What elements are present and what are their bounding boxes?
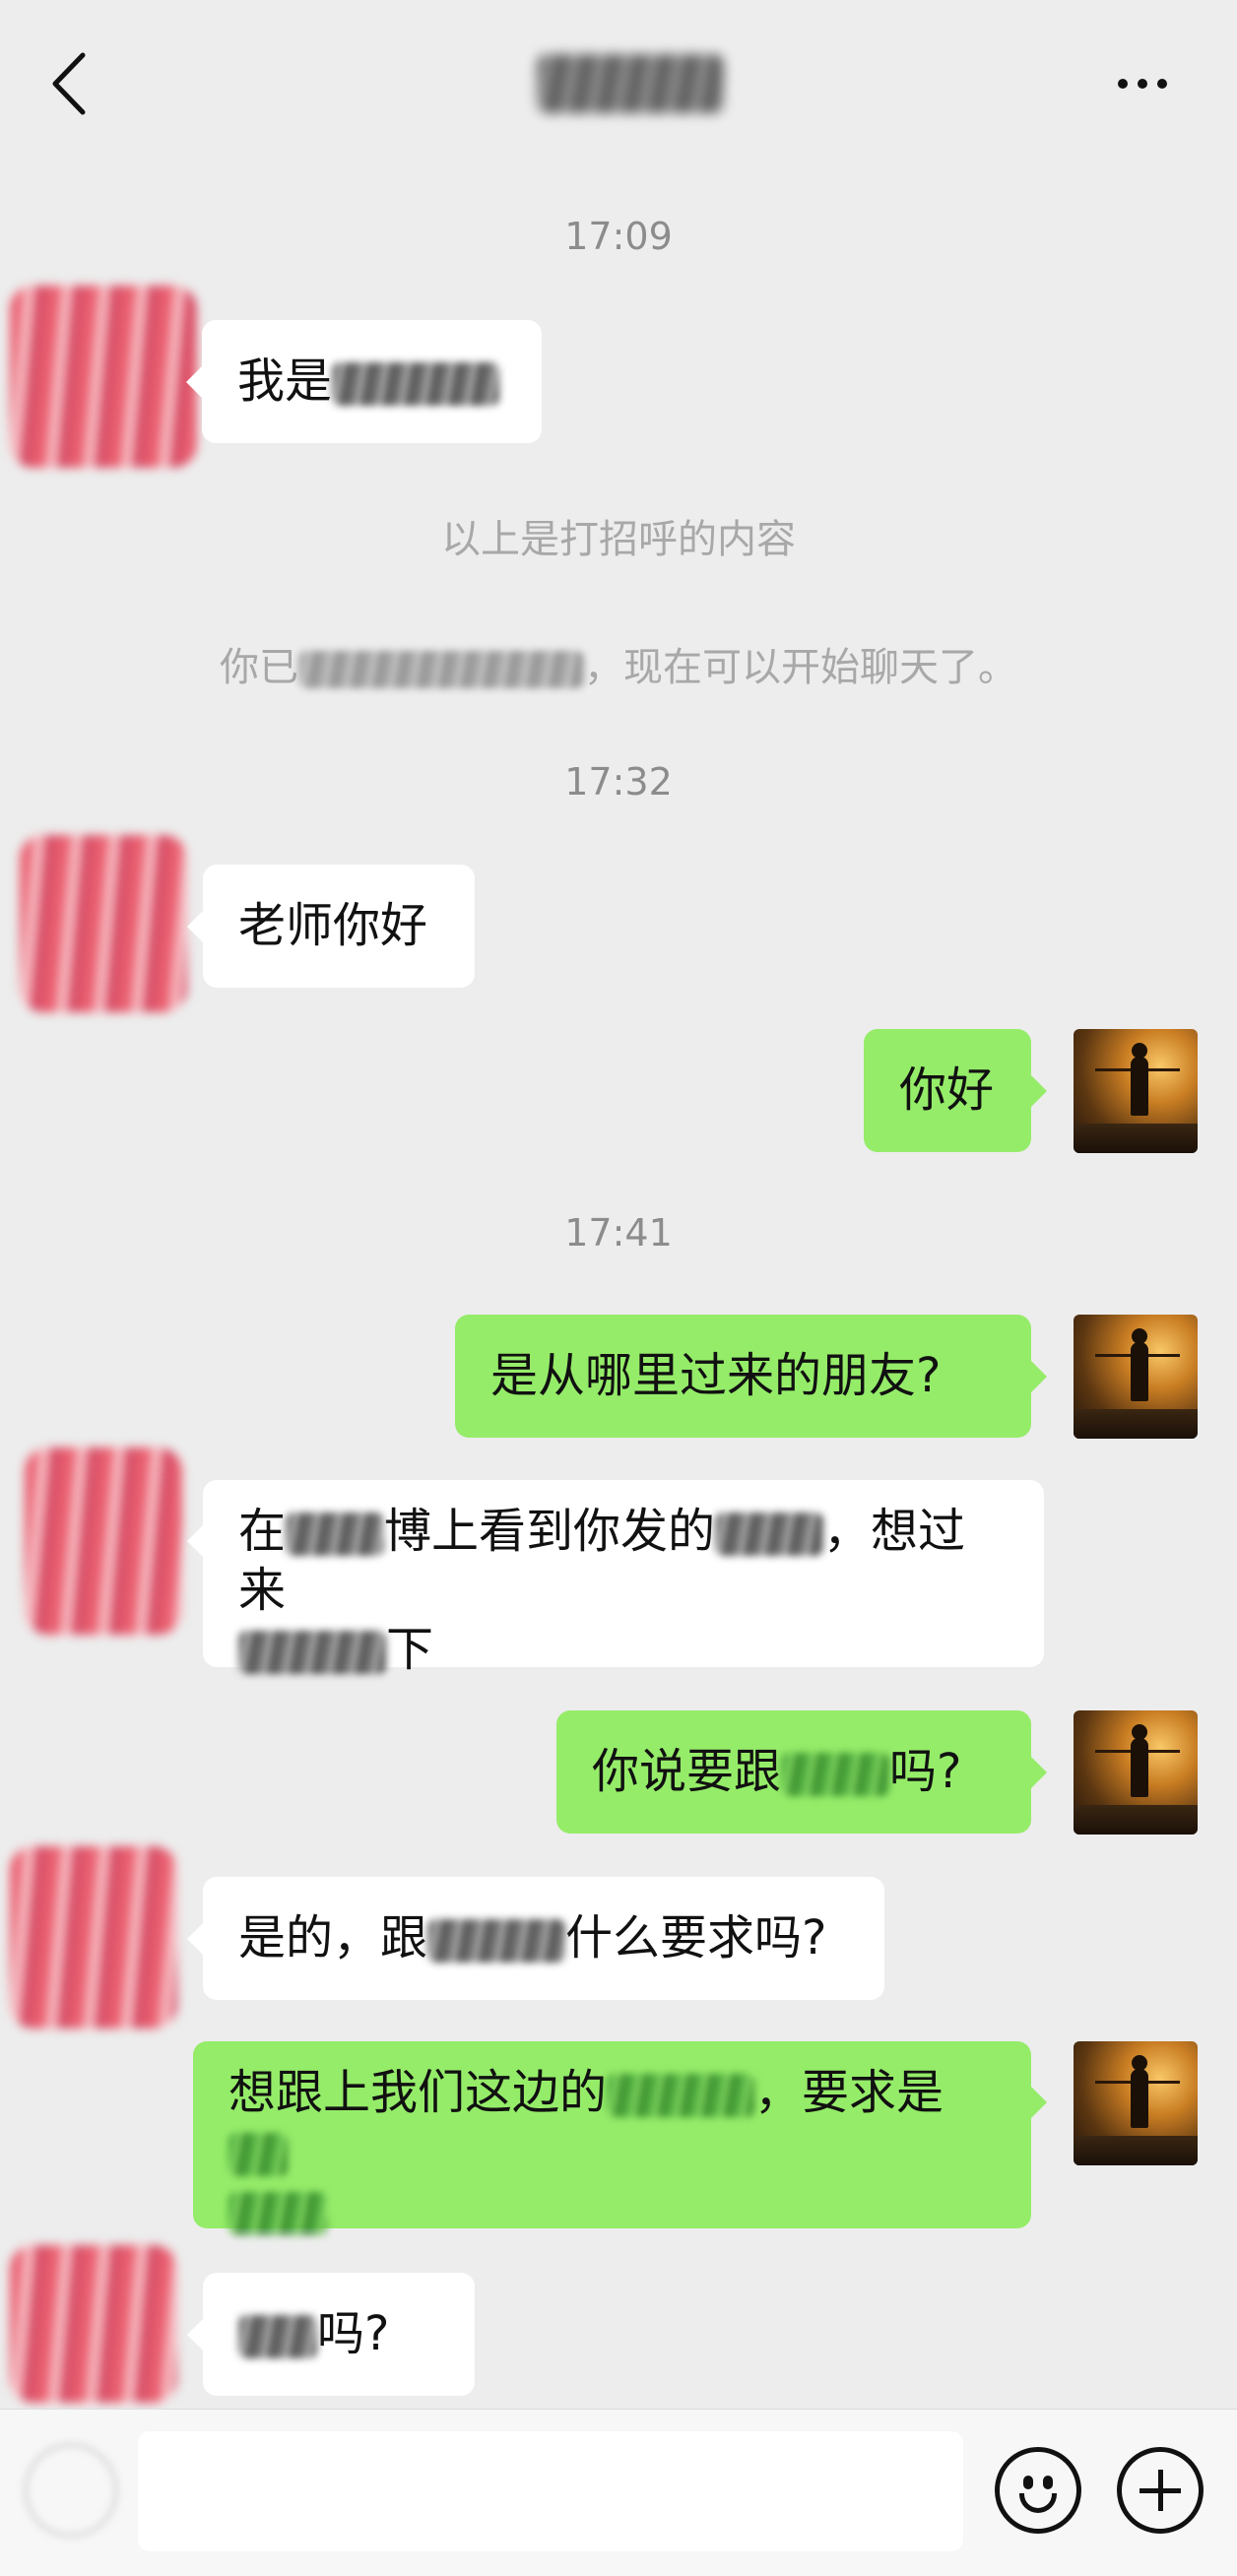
emoji-icon [1023, 2476, 1033, 2489]
input-bar [0, 2409, 1237, 2576]
message-text: 什么要求吗? [565, 1910, 827, 1965]
message-text: 老师你好 [238, 898, 428, 953]
message-input[interactable] [138, 2431, 963, 2551]
contact-avatar[interactable] [10, 2245, 177, 2403]
system-notice-added: 你已 ，现在可以开始聊天了。 [0, 635, 1237, 692]
redacted-text [607, 2074, 755, 2117]
system-text-prefix: 你已 [220, 645, 298, 690]
voice-icon[interactable] [24, 2443, 118, 2538]
back-button[interactable] [39, 39, 98, 128]
system-notice-greeting: 以上是打招呼的内容 [441, 517, 796, 562]
chevron-left-icon [52, 52, 86, 115]
redacted-text [332, 362, 500, 406]
message-text: 是从哪里过来的朋友? [490, 1348, 942, 1403]
message-text: 博上看到你发的 [384, 1504, 716, 1559]
contact-avatar[interactable] [20, 835, 187, 1012]
message-text: 吗? [317, 2306, 390, 2361]
my-avatar[interactable] [1074, 1710, 1198, 1835]
ellipsis-icon [1118, 79, 1128, 89]
message-text: 你好 [899, 1063, 995, 1118]
message-bubble-incoming[interactable]: 我是 [186, 320, 542, 443]
message-bubble-outgoing[interactable]: 你说要跟 吗? [556, 1710, 1047, 1834]
message-text: 下 [386, 1622, 434, 1677]
chat-header [0, 0, 1237, 167]
redacted-text [298, 651, 584, 688]
message-text: 你说要跟 [592, 1744, 782, 1799]
redacted-text [427, 1919, 566, 1963]
message-text: ，要求是 [754, 2065, 944, 2120]
system-text-suffix: ，现在可以开始聊天了。 [584, 645, 1017, 690]
redacted-text [286, 1513, 385, 1556]
plus-button[interactable] [1117, 2447, 1204, 2534]
contact-avatar[interactable] [10, 286, 197, 468]
message-text: 我是 [237, 354, 333, 409]
timestamp: 17:32 [564, 760, 673, 804]
my-avatar[interactable] [1074, 1029, 1198, 1153]
message-bubble-incoming[interactable]: 在博上看到你发的 ，想过来下 [187, 1480, 1044, 1677]
contact-name-redacted [537, 54, 724, 113]
timestamp: 17:41 [564, 1211, 673, 1255]
message-text: 是的，跟 [238, 1910, 428, 1965]
redacted-text [715, 1513, 824, 1556]
emoji-button[interactable] [995, 2447, 1081, 2534]
message-bubble-incoming[interactable]: 吗? [187, 2273, 475, 2396]
more-button[interactable] [1103, 54, 1182, 113]
message-text: 吗? [889, 1744, 962, 1799]
message-text: 想跟上我们这边的 [228, 2065, 608, 2120]
chat-screen: 17:09 我是 以上是打招呼的内容 你已 ，现在可以开始聊天了。 17:32 老… [0, 0, 1237, 2576]
my-avatar[interactable] [1074, 2041, 1198, 2165]
contact-avatar[interactable] [25, 1448, 182, 1635]
redacted-text [228, 2133, 288, 2176]
redacted-text [781, 1753, 890, 1796]
redacted-text [238, 2315, 317, 2358]
message-text: 在 [238, 1504, 287, 1559]
redacted-text [238, 1631, 386, 1674]
contact-avatar[interactable] [10, 1846, 177, 2029]
timestamp: 17:09 [564, 215, 673, 258]
my-avatar[interactable] [1074, 1315, 1198, 1439]
message-bubble-outgoing[interactable]: 是从哪里过来的朋友? [455, 1315, 1047, 1438]
message-bubble-incoming[interactable]: 老师你好 [187, 865, 475, 988]
message-bubble-incoming[interactable]: 是的，跟 什么要求吗? [187, 1877, 884, 2000]
message-bubble-outgoing[interactable]: 你好 [864, 1029, 1047, 1152]
redacted-text [228, 2192, 327, 2235]
message-bubble-outgoing[interactable]: 想跟上我们这边的 ，要求是 [193, 2041, 1047, 2235]
